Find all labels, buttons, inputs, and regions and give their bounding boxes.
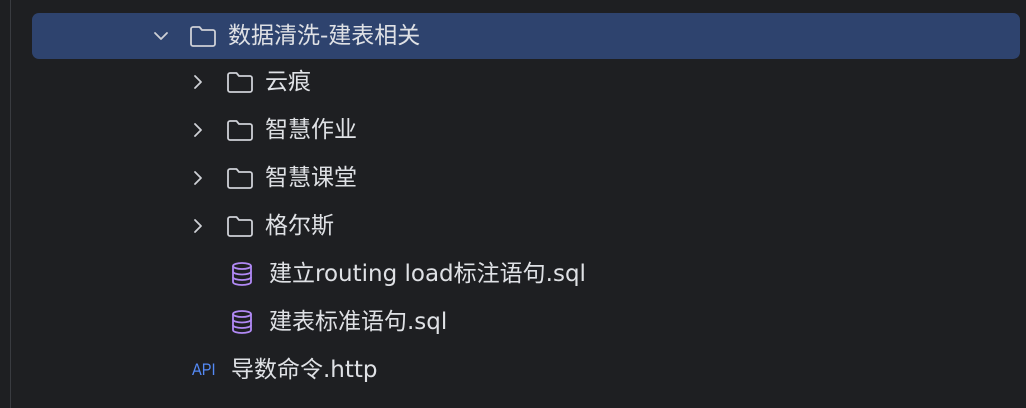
- tree-item-label: 智慧作业: [265, 117, 357, 143]
- tree-item-folder-geersi[interactable]: 格尔斯: [0, 203, 1026, 249]
- database-icon: [226, 251, 268, 297]
- chevron-placeholder: [188, 299, 226, 345]
- api-icon: API: [188, 347, 230, 393]
- tree-item-label: 建立routing load标注语句.sql: [269, 261, 586, 287]
- chevron-right-icon[interactable]: [188, 107, 226, 153]
- tree-item-label: 建表标准语句.sql: [269, 309, 448, 335]
- chevron-down-icon[interactable]: [150, 13, 189, 59]
- chevron-right-icon[interactable]: [188, 203, 226, 249]
- tree-item-folder-data-cleaning[interactable]: 数据清洗-建表相关: [0, 13, 1026, 59]
- tree-item-label: 云痕: [265, 69, 311, 95]
- tree-item-label: 数据清洗-建表相关: [228, 23, 421, 49]
- tree-item-file-routing-load-sql[interactable]: 建立routing load标注语句.sql: [0, 251, 1026, 297]
- database-icon: [226, 299, 268, 345]
- chevron-right-icon[interactable]: [188, 155, 226, 201]
- folder-icon: [189, 13, 227, 59]
- tree-item-file-table-standard-sql[interactable]: 建表标准语句.sql: [0, 299, 1026, 345]
- chevron-right-icon[interactable]: [188, 59, 226, 105]
- project-file-tree: 数据清洗-建表相关 云痕 智慧作业 智慧课堂 格尔斯 建立routing loa…: [0, 0, 1026, 408]
- tree-item-folder-yunhen[interactable]: 云痕: [0, 59, 1026, 105]
- folder-icon: [226, 155, 264, 201]
- chevron-placeholder: [188, 251, 226, 297]
- folder-icon: [226, 107, 264, 153]
- tree-item-label: 格尔斯: [265, 213, 334, 239]
- tree-item-label: 导数命令.http: [231, 357, 378, 383]
- tree-item-folder-smart-classroom[interactable]: 智慧课堂: [0, 155, 1026, 201]
- chevron-placeholder: [150, 347, 188, 393]
- tree-item-folder-smart-homework[interactable]: 智慧作业: [0, 107, 1026, 153]
- folder-icon: [226, 203, 264, 249]
- tree-item-label: 智慧课堂: [265, 165, 357, 191]
- api-icon-text: API: [192, 360, 216, 379]
- folder-icon: [226, 59, 264, 105]
- tree-item-file-export-http[interactable]: API 导数命令.http: [0, 347, 1026, 393]
